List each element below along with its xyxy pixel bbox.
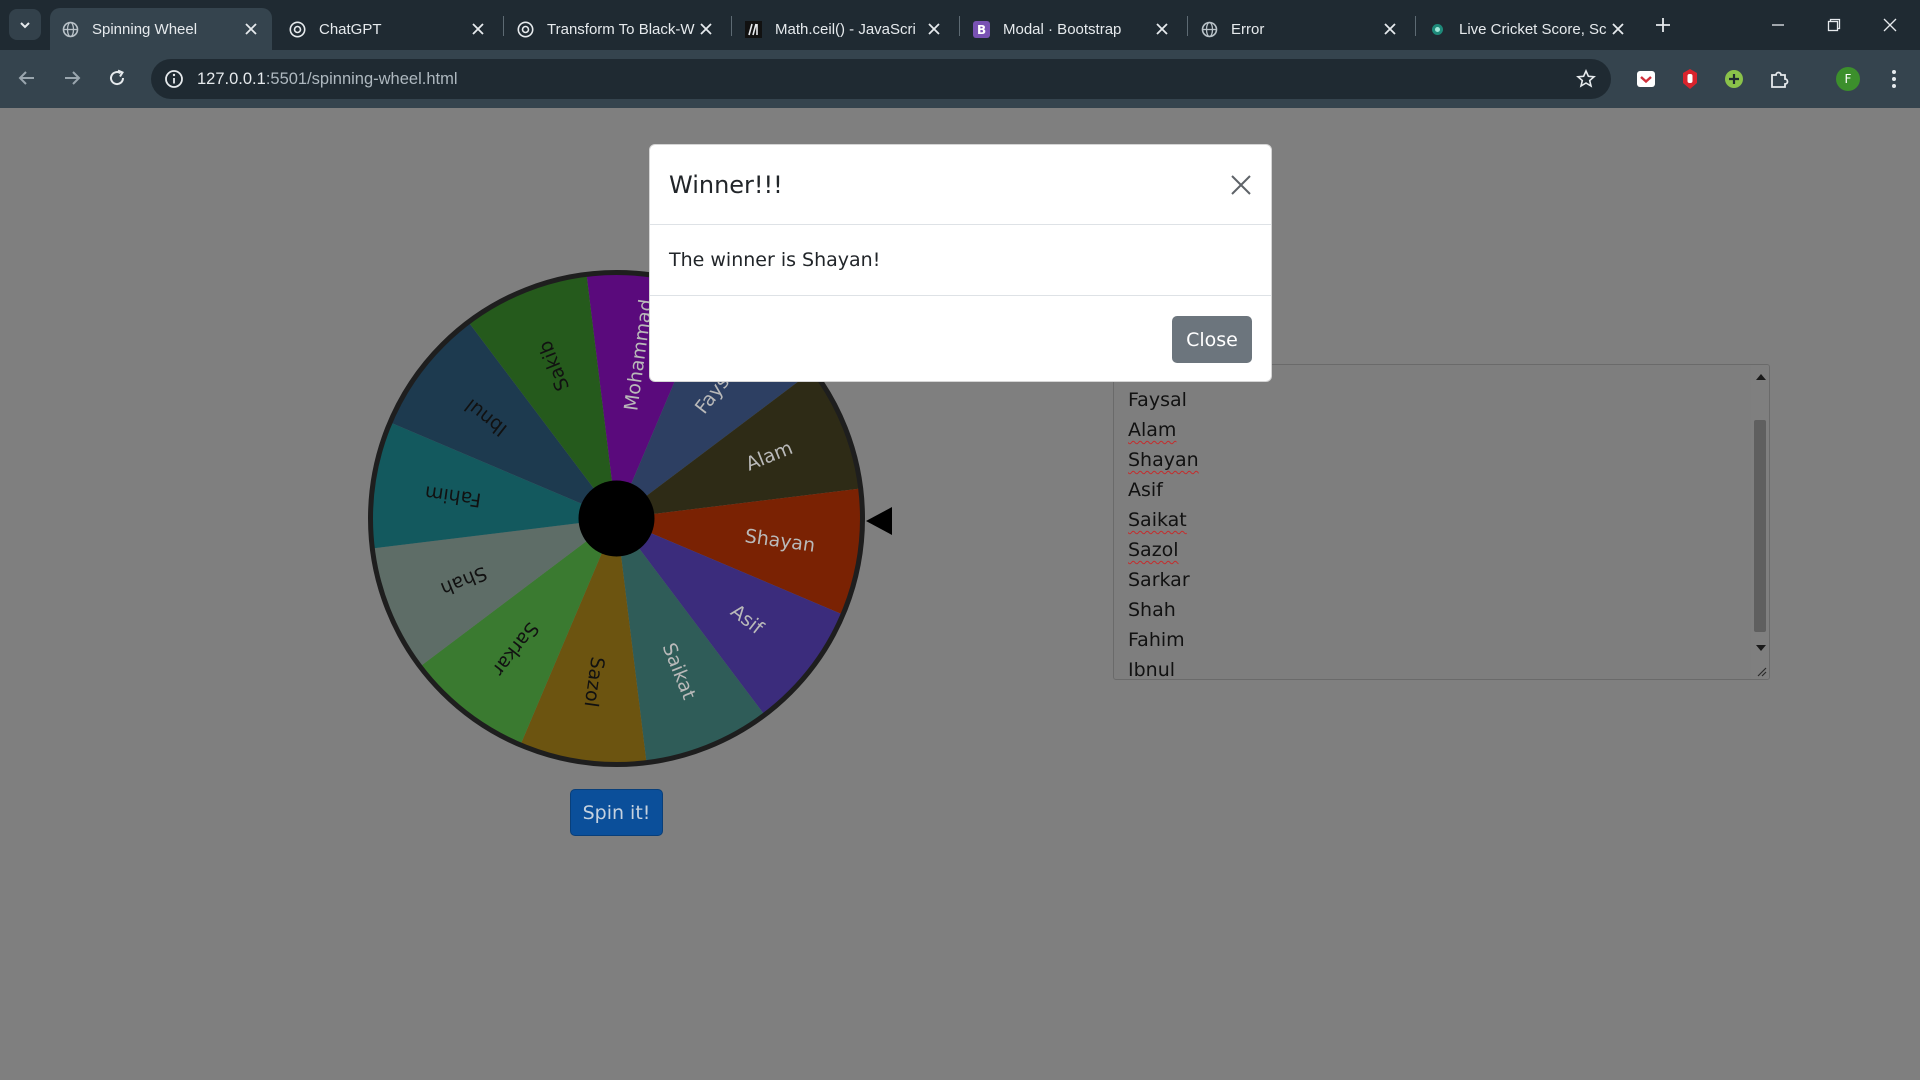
forward-arrow-icon[interactable]: [55, 61, 89, 95]
tab-spinning-wheel[interactable]: Spinning Wheel: [50, 8, 272, 50]
tab-strip: Spinning Wheel ChatGPT Transform To Blac…: [0, 0, 1920, 50]
scroll-up-arrow-icon[interactable]: [1756, 374, 1766, 380]
tab-title: Error: [1231, 20, 1265, 38]
name-entry: Ibnul: [1128, 659, 1176, 680]
tab-title: ChatGPT: [319, 20, 382, 38]
stop-hand-extension-icon[interactable]: [1676, 65, 1704, 93]
tab-live-cricket[interactable]: Live Cricket Score, Sc: [1417, 8, 1639, 50]
winner-message: The winner is Shayan!: [669, 249, 881, 271]
globe-icon: [62, 21, 79, 38]
tab-bootstrap-modal[interactable]: B Modal · Bootstrap: [961, 8, 1183, 50]
chatgpt-icon: [289, 21, 306, 38]
winner-modal: Winner!!! The winner is Shayan! Close: [649, 144, 1272, 382]
minimize-icon[interactable]: [1750, 0, 1806, 50]
profile-initial: F: [1844, 72, 1852, 86]
name-entry: Sazol: [1128, 539, 1179, 561]
reload-icon[interactable]: [100, 61, 134, 95]
restore-icon[interactable]: [1806, 0, 1862, 50]
globe-icon: [1201, 21, 1218, 38]
tab-math-ceil[interactable]: Math.ceil() - JavaScri: [733, 8, 955, 50]
chevron-down-icon: [20, 21, 30, 28]
kebab-menu-icon[interactable]: [1880, 65, 1908, 93]
url-text: 127.0.0.1:5501/spinning-wheel.html: [197, 70, 458, 88]
tab-title: Math.ceil() - JavaScri: [775, 20, 916, 38]
close-tab-icon[interactable]: [467, 18, 489, 40]
bootstrap-icon: B: [973, 20, 990, 38]
resize-grip-icon[interactable]: [1755, 665, 1767, 677]
close-tab-icon[interactable]: [1607, 18, 1629, 40]
browser-toolbar: 127.0.0.1:5501/spinning-wheel.html F: [0, 50, 1920, 108]
name-entry: Saikat: [1128, 509, 1187, 531]
scroll-down-arrow-icon[interactable]: [1756, 645, 1766, 651]
mdn-icon: [745, 20, 762, 38]
close-tab-icon[interactable]: [923, 18, 945, 40]
tab-search-button[interactable]: [9, 9, 41, 40]
modal-footer: Close: [650, 295, 1271, 383]
close-tab-icon[interactable]: [240, 18, 262, 40]
chatgpt-icon: [517, 21, 534, 38]
svg-text:B: B: [977, 23, 986, 37]
tab-title: Live Cricket Score, Sc: [1459, 20, 1607, 38]
scroll-thumb[interactable]: [1754, 420, 1766, 632]
green-plus-extension-icon[interactable]: [1720, 65, 1748, 93]
new-tab-plus-icon[interactable]: [1650, 12, 1676, 38]
close-window-icon[interactable]: [1862, 0, 1918, 50]
wheel-hub: [578, 480, 655, 557]
close-tab-icon[interactable]: [1379, 18, 1401, 40]
close-tab-icon[interactable]: [695, 18, 717, 40]
avatar[interactable]: F: [1834, 65, 1862, 93]
tab-transform[interactable]: Transform To Black-W: [505, 8, 727, 50]
tab-title: Spinning Wheel: [92, 20, 198, 38]
name-entry: Fahim: [1128, 629, 1185, 651]
tab-title: Modal · Bootstrap: [1003, 20, 1122, 38]
bookmark-star-icon[interactable]: [1575, 68, 1597, 90]
site-info-icon[interactable]: [163, 68, 185, 90]
tab-title: Transform To Black-W: [547, 20, 695, 38]
tab-error[interactable]: Error: [1189, 8, 1411, 50]
modal-header: Winner!!!: [650, 145, 1271, 225]
close-icon[interactable]: [1223, 167, 1259, 203]
name-entry: Shah: [1128, 599, 1176, 621]
name-entry: Asif: [1128, 479, 1163, 501]
puzzle-extensions-icon[interactable]: [1765, 65, 1793, 93]
close-button[interactable]: Close: [1172, 316, 1252, 363]
pocket-extension-icon[interactable]: [1632, 65, 1660, 93]
name-entry: Shayan: [1128, 449, 1199, 471]
name-entry: Sarkar: [1128, 569, 1190, 591]
address-bar[interactable]: 127.0.0.1:5501/spinning-wheel.html: [151, 59, 1611, 99]
tab-chatgpt[interactable]: ChatGPT: [277, 8, 499, 50]
back-arrow-icon[interactable]: [10, 61, 44, 95]
scrollbar[interactable]: [1751, 365, 1769, 679]
wheel-pointer-icon: [866, 507, 892, 535]
spin-button[interactable]: Spin it!: [570, 789, 663, 836]
modal-title: Winner!!!: [669, 171, 783, 199]
close-tab-icon[interactable]: [1151, 18, 1173, 40]
cricket-icon: [1429, 21, 1446, 38]
